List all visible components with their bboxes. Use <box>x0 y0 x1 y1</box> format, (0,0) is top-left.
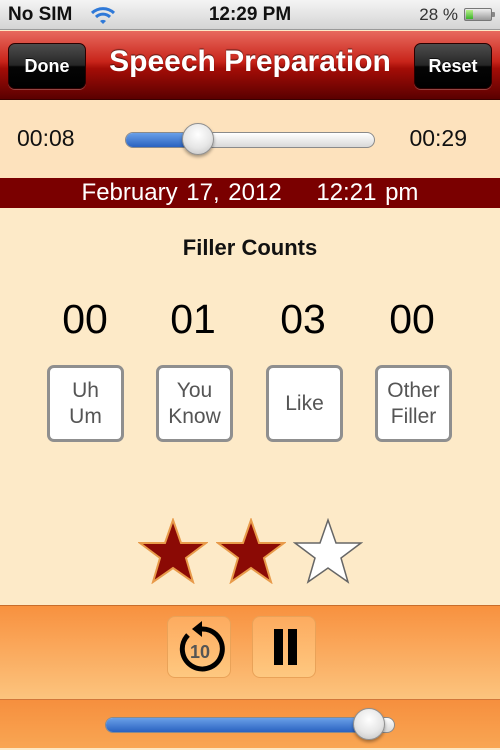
battery-percent: 28 % <box>419 5 458 24</box>
pause-icon <box>274 629 297 665</box>
star-filled-icon[interactable] <box>138 518 208 584</box>
you-know-button[interactable]: You Know <box>156 365 233 442</box>
playback-controls: 10 <box>0 605 500 699</box>
filler-counts-title: Filler Counts <box>182 235 318 260</box>
count-you-know: 01 <box>170 296 216 342</box>
other-filler-button[interactable]: Other Filler <box>375 365 452 442</box>
volume-row <box>0 699 500 748</box>
playback-position-row: 00:08 00:29 <box>0 100 500 178</box>
other-filler-label: Other Filler <box>387 378 440 428</box>
rewind-10-icon: 10 <box>179 621 225 672</box>
you-know-label: You Know <box>168 378 221 428</box>
status-bar: No SIM 12:29 PM 28 % <box>0 0 500 30</box>
playback-slider-thumb[interactable] <box>181 123 214 155</box>
count-uh-um: 00 <box>62 296 108 342</box>
reset-button[interactable]: Reset <box>414 43 492 89</box>
uh-um-button[interactable]: Uh Um <box>47 365 124 442</box>
rewind-10-button[interactable]: 10 <box>167 616 231 678</box>
elapsed-time: 00:08 <box>17 125 75 151</box>
volume-slider-fill <box>106 718 370 732</box>
uh-um-label: Uh Um <box>69 378 102 428</box>
recording-time: 12:21 pm <box>316 179 419 206</box>
count-other-filler: 00 <box>389 296 435 342</box>
battery-icon <box>464 8 495 21</box>
recording-date-bar: February 17, 2012 12:21 pm <box>0 178 500 208</box>
navigation-bar: Done Speech Preparation Reset <box>0 31 500 100</box>
star-filled-icon[interactable] <box>216 518 286 584</box>
count-like: 03 <box>280 296 326 342</box>
battery-level <box>466 10 474 19</box>
like-label: Like <box>285 391 324 415</box>
playback-slider-track[interactable] <box>125 132 375 148</box>
pause-button[interactable] <box>252 616 316 678</box>
star-empty-icon[interactable] <box>293 518 363 584</box>
volume-slider-thumb[interactable] <box>352 708 385 740</box>
recording-date: February 17, 2012 <box>81 179 282 206</box>
volume-slider-track[interactable] <box>105 717 395 733</box>
like-button[interactable]: Like <box>266 365 343 442</box>
total-duration: 00:29 <box>409 125 467 151</box>
rewind-seconds: 10 <box>190 642 210 662</box>
filler-panel: Filler Counts 00 01 03 00 Uh Um You Know… <box>0 208 500 605</box>
